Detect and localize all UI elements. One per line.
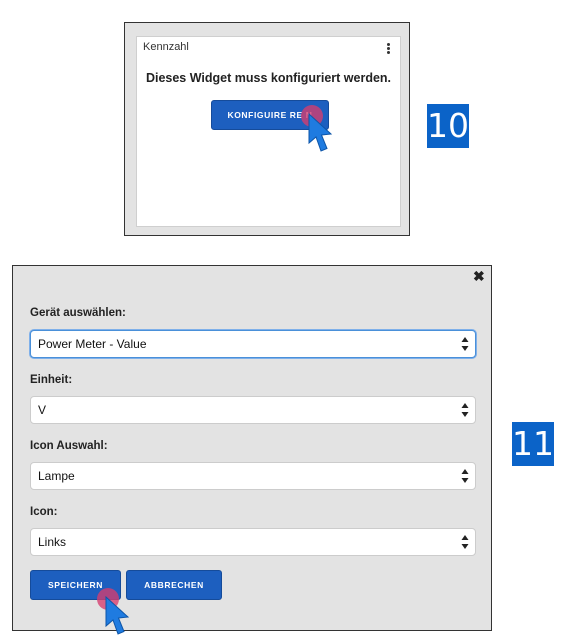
icon-choice-select-value: Lampe (38, 469, 75, 483)
select-arrows-icon (461, 402, 469, 418)
widget-title: Kennzahl (143, 41, 189, 53)
widget-screenshot-frame: Kennzahl Dieses Widget muss konfiguriert… (124, 22, 410, 236)
icon-select[interactable]: Links (30, 528, 476, 556)
step-badge-10: 10 (427, 104, 469, 148)
close-icon[interactable]: ✖ (473, 268, 485, 285)
icon-select-value: Links (38, 535, 67, 549)
unit-select-value: V (38, 403, 47, 417)
widget-card: Kennzahl Dieses Widget muss konfiguriert… (136, 36, 401, 227)
select-arrows-icon (461, 534, 469, 550)
device-select-value: Power Meter - Value (38, 337, 147, 351)
widget-config-dialog: ✖ Gerät auswählen: Power Meter - Value E… (12, 265, 492, 631)
device-label: Gerät auswählen: (30, 307, 126, 319)
unit-label: Einheit: (30, 374, 73, 386)
cursor-arrow-icon (308, 113, 333, 152)
cancel-button[interactable]: ABBRECHEN (126, 570, 222, 600)
icon-choice-select[interactable]: Lampe (30, 462, 476, 490)
icon-label: Icon: (30, 506, 58, 518)
step-badge-11: 11 (512, 422, 554, 466)
unit-select[interactable]: V (30, 396, 476, 424)
select-arrows-icon (461, 468, 469, 484)
device-select[interactable]: Power Meter - Value (30, 330, 476, 358)
select-arrows-icon (461, 336, 469, 352)
icon-choice-label: Icon Auswahl: (30, 440, 108, 452)
cursor-arrow-icon (105, 596, 130, 635)
kebab-menu-icon[interactable] (387, 43, 391, 55)
widget-message: Dieses Widget muss konfiguriert werden. (145, 71, 392, 85)
